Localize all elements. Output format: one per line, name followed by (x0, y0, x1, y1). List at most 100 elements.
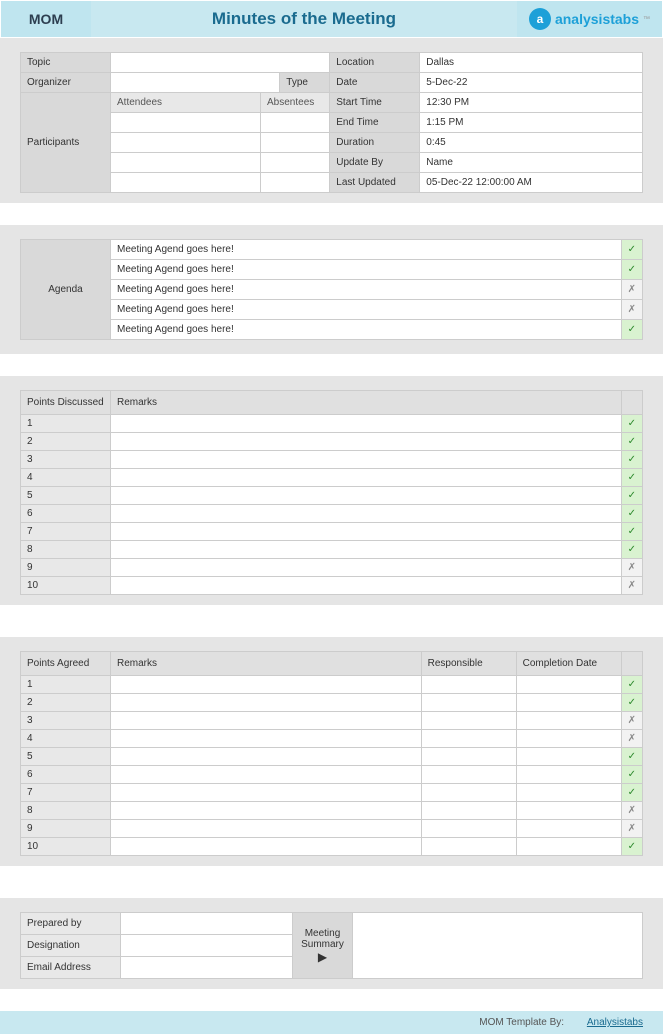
responsible-cell[interactable] (421, 730, 516, 748)
remarks-cell[interactable] (111, 469, 622, 487)
check-icon: ✓ (621, 260, 642, 280)
date-value[interactable]: 5-Dec-22 (420, 73, 643, 93)
check-icon: ✓ (621, 469, 642, 487)
attendee-cell[interactable] (111, 133, 261, 153)
play-icon: ▶ (318, 950, 327, 964)
topic-value[interactable] (111, 53, 330, 73)
header-bar: MOM Minutes of the Meeting a analysistab… (0, 0, 663, 38)
check-icon: ✓ (621, 240, 642, 260)
last-updated-value[interactable]: 05-Dec-22 12:00:00 AM (420, 173, 643, 193)
start-time-value[interactable]: 12:30 PM (420, 93, 643, 113)
attendee-cell[interactable] (111, 153, 261, 173)
email-label: Email Address (21, 957, 121, 979)
responsible-cell[interactable] (421, 712, 516, 730)
remarks-cell[interactable] (111, 694, 422, 712)
remarks-cell[interactable] (111, 784, 422, 802)
remarks-cell[interactable] (111, 712, 422, 730)
completion-date-cell[interactable] (516, 766, 621, 784)
remarks-cell[interactable] (111, 838, 422, 856)
duration-value[interactable]: 0:45 (420, 133, 643, 153)
completion-date-cell[interactable] (516, 820, 621, 838)
completion-date-cell[interactable] (516, 730, 621, 748)
remarks-cell[interactable] (111, 541, 622, 559)
participants-label: Participants (21, 93, 111, 193)
responsible-cell[interactable] (421, 676, 516, 694)
check-icon: ✓ (621, 505, 642, 523)
remarks-cell[interactable] (111, 487, 622, 505)
summary-value[interactable] (353, 913, 643, 979)
start-time-label: Start Time (330, 93, 420, 113)
attendee-cell[interactable] (111, 113, 261, 133)
remarks-cell[interactable] (111, 505, 622, 523)
agenda-item[interactable]: Meeting Agend goes here! (111, 260, 622, 280)
remarks-cell[interactable] (111, 433, 622, 451)
agenda-item[interactable]: Meeting Agend goes here! (111, 240, 622, 260)
check-icon: ✓ (621, 487, 642, 505)
completion-date-cell[interactable] (516, 784, 621, 802)
end-time-label: End Time (330, 113, 420, 133)
row-number: 5 (21, 748, 111, 766)
row-number: 10 (21, 577, 111, 595)
responsible-cell[interactable] (421, 784, 516, 802)
row-number: 7 (21, 784, 111, 802)
check-icon: ✓ (621, 784, 642, 802)
attendee-cell[interactable] (111, 173, 261, 193)
remarks-cell[interactable] (111, 559, 622, 577)
check-icon: ✓ (621, 451, 642, 469)
agenda-item[interactable]: Meeting Agend goes here! (111, 320, 622, 340)
row-number: 7 (21, 523, 111, 541)
responsible-cell[interactable] (421, 766, 516, 784)
page-title: Minutes of the Meeting (91, 1, 517, 37)
row-number: 4 (21, 469, 111, 487)
completion-date-cell[interactable] (516, 802, 621, 820)
completion-date-cell[interactable] (516, 694, 621, 712)
email-value[interactable] (121, 957, 293, 979)
absentee-cell[interactable] (261, 173, 330, 193)
remarks-cell[interactable] (111, 802, 422, 820)
topic-label: Topic (21, 53, 111, 73)
check-icon: ✓ (621, 838, 642, 856)
cross-icon: ✗ (621, 577, 642, 595)
agenda-item[interactable]: Meeting Agend goes here! (111, 280, 622, 300)
remarks-cell[interactable] (111, 820, 422, 838)
status-header (621, 391, 642, 415)
row-number: 2 (21, 694, 111, 712)
end-time-value[interactable]: 1:15 PM (420, 113, 643, 133)
row-number: 3 (21, 451, 111, 469)
agenda-item[interactable]: Meeting Agend goes here! (111, 300, 622, 320)
row-number: 10 (21, 838, 111, 856)
update-by-value[interactable]: Name (420, 153, 643, 173)
row-number: 3 (21, 712, 111, 730)
completion-date-cell[interactable] (516, 838, 621, 856)
remarks-cell[interactable] (111, 766, 422, 784)
responsible-cell[interactable] (421, 802, 516, 820)
organizer-value[interactable] (111, 73, 280, 93)
analysistabs-link[interactable]: Analysistabs (587, 1017, 643, 1028)
meeting-summary-button[interactable]: Meeting Summary ▶ (293, 913, 353, 979)
absentee-cell[interactable] (261, 133, 330, 153)
remarks-cell[interactable] (111, 748, 422, 766)
location-value[interactable]: Dallas (420, 53, 643, 73)
remarks-cell[interactable] (111, 577, 622, 595)
completion-date-cell[interactable] (516, 748, 621, 766)
completion-date-cell[interactable] (516, 676, 621, 694)
check-icon: ✓ (621, 415, 642, 433)
prepared-by-value[interactable] (121, 913, 293, 935)
responsible-cell[interactable] (421, 694, 516, 712)
responsible-cell[interactable] (421, 748, 516, 766)
remarks-cell[interactable] (111, 676, 422, 694)
agenda-label: Agenda (21, 240, 111, 340)
template-by-text: MOM Template By: (479, 1017, 564, 1028)
absentee-cell[interactable] (261, 153, 330, 173)
logo-text: analysistabs (555, 11, 639, 27)
location-label: Location (330, 53, 420, 73)
responsible-cell[interactable] (421, 820, 516, 838)
remarks-cell[interactable] (111, 730, 422, 748)
designation-value[interactable] (121, 935, 293, 957)
remarks-cell[interactable] (111, 451, 622, 469)
responsible-cell[interactable] (421, 838, 516, 856)
remarks-cell[interactable] (111, 415, 622, 433)
completion-date-cell[interactable] (516, 712, 621, 730)
absentee-cell[interactable] (261, 113, 330, 133)
remarks-cell[interactable] (111, 523, 622, 541)
